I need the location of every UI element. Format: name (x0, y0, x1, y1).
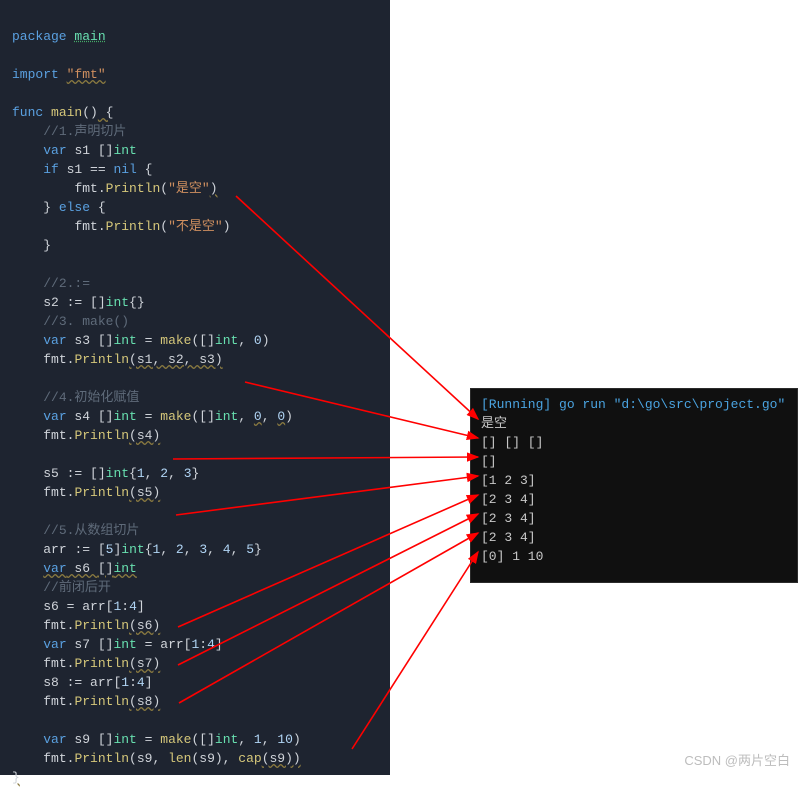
watermark: CSDN @两片空白 (684, 750, 790, 769)
output-run-line: [Running] go run "d:\go\src\project.go" (481, 395, 787, 414)
fn-main: main (51, 105, 82, 120)
kw-func: func (12, 105, 43, 120)
output-line: [] [] [] (481, 433, 787, 452)
comment-4: //4.初始化赋值 (43, 390, 139, 405)
output-line: [2 3 4] (481, 528, 787, 547)
output-line: 是空 (481, 414, 787, 433)
comment-1: //1.声明切片 (43, 124, 126, 139)
kw-import: import (12, 67, 59, 82)
output-line: [] (481, 452, 787, 471)
output-line: [0] 1 10 (481, 547, 787, 566)
pkg-main: main (74, 29, 105, 44)
comment-6: //前闭后开 (43, 580, 111, 595)
comment-5: //5.从数组切片 (43, 523, 139, 538)
str-notempty: "不是空" (168, 219, 223, 234)
output-line: [2 3 4] (481, 490, 787, 509)
output-line: [1 2 3] (481, 471, 787, 490)
output-line: [2 3 4] (481, 509, 787, 528)
kw-package: package (12, 29, 67, 44)
comment-2: //2.:= (43, 276, 90, 291)
terminal-output: [Running] go run "d:\go\src\project.go" … (470, 388, 798, 583)
comment-3: //3. make() (43, 314, 129, 329)
code-editor: package main import "fmt" func main() { … (0, 0, 390, 775)
str-empty: "是空" (168, 181, 210, 196)
import-path: "fmt" (67, 67, 106, 82)
